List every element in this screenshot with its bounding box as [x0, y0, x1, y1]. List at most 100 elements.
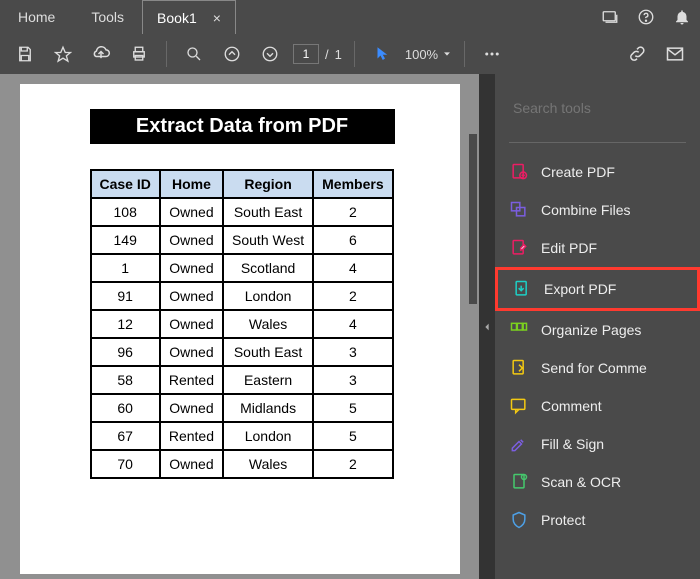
table-cell: Owned	[160, 254, 223, 282]
sidebar-item-send-for-comme[interactable]: Send for Comme	[495, 349, 700, 387]
link-icon[interactable]	[622, 39, 652, 69]
sidebar-item-protect[interactable]: Protect	[495, 501, 700, 539]
tab-tools[interactable]: Tools	[73, 0, 142, 34]
table-cell: Owned	[160, 198, 223, 226]
table-row: 149OwnedSouth West6	[91, 226, 393, 254]
table-cell: 2	[313, 198, 392, 226]
email-icon[interactable]	[660, 39, 690, 69]
sidebar-item-label: Organize Pages	[541, 322, 641, 338]
page-sep: /	[325, 47, 329, 62]
table-row: 96OwnedSouth East3	[91, 338, 393, 366]
cloud-icon[interactable]	[86, 39, 116, 69]
table-cell: 96	[91, 338, 160, 366]
table-cell: 67	[91, 422, 160, 450]
tool-icon	[509, 162, 529, 182]
search-tools[interactable]	[509, 92, 686, 124]
table-cell: 60	[91, 394, 160, 422]
table-cell: London	[223, 282, 313, 310]
sidebar-item-comment[interactable]: Comment	[495, 387, 700, 425]
notifications-icon[interactable]	[668, 3, 696, 31]
table-cell: Wales	[223, 310, 313, 338]
col-header: Case ID	[91, 170, 160, 198]
chevron-down-icon	[442, 49, 452, 59]
table-cell: 2	[313, 282, 392, 310]
table-cell: 3	[313, 338, 392, 366]
sidebar-item-combine-files[interactable]: Combine Files	[495, 191, 700, 229]
toolbar: / 1 100%	[0, 34, 700, 74]
tool-icon	[509, 510, 529, 530]
table-cell: Midlands	[223, 394, 313, 422]
table-cell: 5	[313, 394, 392, 422]
table-cell: London	[223, 422, 313, 450]
tool-icon	[509, 238, 529, 258]
table-cell: Rented	[160, 422, 223, 450]
table-cell: Eastern	[223, 366, 313, 394]
sidebar-item-scan-ocr[interactable]: Scan & OCR	[495, 463, 700, 501]
tool-icon	[509, 396, 529, 416]
document-viewer: Extract Data from PDF Case ID Home Regio…	[0, 74, 479, 579]
tab-document[interactable]: Book1 ×	[142, 0, 236, 34]
sidebar-item-label: Combine Files	[541, 202, 630, 218]
sidebar-item-label: Comment	[541, 398, 602, 414]
close-tab-icon[interactable]: ×	[213, 10, 221, 26]
table-cell: 58	[91, 366, 160, 394]
document-page: Extract Data from PDF Case ID Home Regio…	[20, 84, 460, 574]
page-input[interactable]	[293, 44, 319, 64]
tool-icon	[509, 472, 529, 492]
sidebar-item-edit-pdf[interactable]: Edit PDF	[495, 229, 700, 267]
page-up-icon[interactable]	[217, 39, 247, 69]
table-cell: Wales	[223, 450, 313, 478]
sidebar-item-label: Fill & Sign	[541, 436, 604, 452]
tab-bar: Home Tools Book1 ×	[0, 0, 700, 34]
print-icon[interactable]	[124, 39, 154, 69]
table-cell: 91	[91, 282, 160, 310]
table-cell: Scotland	[223, 254, 313, 282]
sidebar-item-export-pdf[interactable]: Export PDF	[495, 267, 700, 311]
sidebar-item-label: Protect	[541, 512, 585, 528]
tool-icon	[509, 320, 529, 340]
share-device-icon[interactable]	[596, 3, 624, 31]
page-down-icon[interactable]	[255, 39, 285, 69]
tool-icon	[512, 279, 532, 299]
document-title: Extract Data from PDF	[90, 109, 395, 144]
tool-icon	[509, 434, 529, 454]
tools-sidebar: Create PDF Combine Files Edit PDF Export PD…	[495, 74, 700, 579]
table-cell: 5	[313, 422, 392, 450]
sidebar-item-label: Edit PDF	[541, 240, 597, 256]
data-table: Case ID Home Region Members 108OwnedSout…	[90, 169, 394, 479]
tab-home[interactable]: Home	[0, 0, 73, 34]
help-icon[interactable]	[632, 3, 660, 31]
table-cell: 4	[313, 254, 392, 282]
sidebar-item-fill-sign[interactable]: Fill & Sign	[495, 425, 700, 463]
table-cell: Owned	[160, 282, 223, 310]
col-header: Region	[223, 170, 313, 198]
table-cell: Owned	[160, 338, 223, 366]
table-row: 91OwnedLondon2	[91, 282, 393, 310]
table-row: 58RentedEastern3	[91, 366, 393, 394]
sidebar-item-organize-pages[interactable]: Organize Pages	[495, 311, 700, 349]
table-row: 12OwnedWales4	[91, 310, 393, 338]
table-cell: 4	[313, 310, 392, 338]
more-icon[interactable]	[477, 39, 507, 69]
toolbar-separator	[354, 41, 355, 67]
table-cell: 70	[91, 450, 160, 478]
star-icon[interactable]	[48, 39, 78, 69]
zoom-dropdown[interactable]: 100%	[405, 47, 452, 62]
main-area: Extract Data from PDF Case ID Home Regio…	[0, 74, 700, 579]
find-icon[interactable]	[179, 39, 209, 69]
page-navigation: / 1	[293, 44, 342, 64]
table-cell: 1	[91, 254, 160, 282]
table-cell: Rented	[160, 366, 223, 394]
save-icon[interactable]	[10, 39, 40, 69]
tool-icon	[509, 200, 529, 220]
sidebar-item-create-pdf[interactable]: Create PDF	[495, 153, 700, 191]
selection-tool-icon[interactable]	[367, 39, 397, 69]
sidebar-collapse-handle[interactable]	[479, 74, 495, 579]
table-cell: 6	[313, 226, 392, 254]
table-cell: South East	[223, 338, 313, 366]
sidebar-item-label: Export PDF	[544, 281, 616, 297]
sidebar-item-label: Send for Comme	[541, 360, 647, 376]
table-cell: Owned	[160, 394, 223, 422]
search-input[interactable]	[513, 100, 694, 116]
sidebar-divider	[509, 142, 686, 143]
